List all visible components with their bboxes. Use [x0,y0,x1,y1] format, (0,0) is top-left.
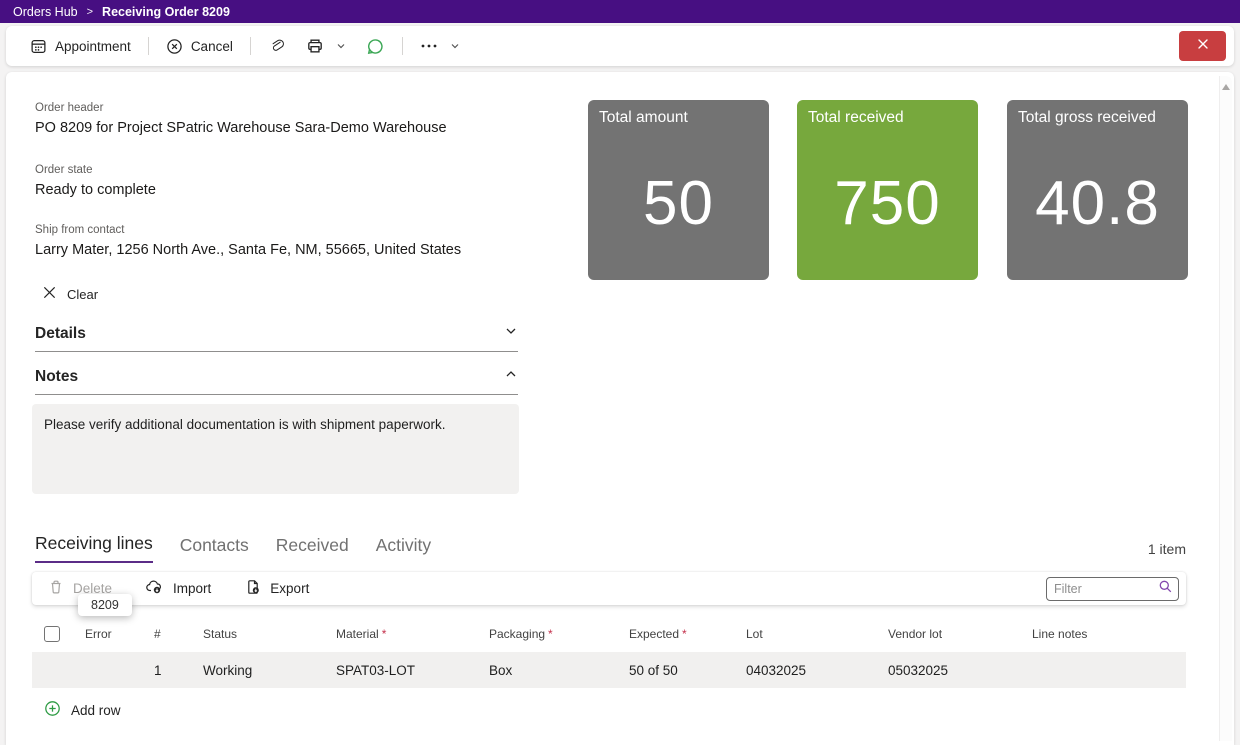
tile-label: Total received [808,109,967,127]
add-row-label: Add row [71,703,121,718]
details-section-title: Details [35,325,86,343]
tab-contacts[interactable]: Contacts [180,535,249,563]
chevron-down-icon [504,324,518,343]
tile-total-gross-received: Total gross received 40.8 [1007,100,1188,280]
calendar-icon [30,38,47,55]
order-state-label: Order state [35,164,93,176]
breadcrumb-root[interactable]: Orders Hub [13,5,78,19]
order-state-value: Ready to complete [35,182,156,198]
paperclip-icon [268,37,286,55]
cell-packaging[interactable]: Box [489,663,629,678]
divider [148,37,149,55]
table-row[interactable]: 1 Working SPAT03-LOT Box 50 of 50 040320… [32,652,1186,688]
add-row-button[interactable]: Add row [44,700,121,720]
tile-value: 750 [808,131,967,275]
tile-value: 40.8 [1018,131,1177,275]
ship-from-contact-value: Larry Mater, 1256 North Ave., Santa Fe, … [35,242,461,258]
cell-number: 1 [154,663,203,678]
export-button[interactable]: Export [245,579,309,598]
notes-section-title: Notes [35,368,78,386]
print-button[interactable] [296,31,356,61]
tile-total-received: Total received 750 [797,100,978,280]
chevron-up-icon [504,367,518,386]
chevron-down-icon [336,41,346,51]
cell-material[interactable]: SPAT03-LOT [336,663,489,678]
more-commands-button[interactable] [410,31,470,61]
column-header-error: Error [85,627,154,641]
tab-strip: Receiving lines Contacts Received Activi… [35,533,431,563]
required-marker: * [548,627,553,641]
cell-lot[interactable]: 04032025 [746,663,888,678]
notes-section-header[interactable]: Notes [35,367,518,395]
chevron-down-icon [450,41,460,51]
cell-vendor-lot[interactable]: 05032025 [888,663,1032,678]
required-marker: * [682,627,687,641]
scrollbar[interactable] [1219,76,1232,741]
filter-input[interactable] [1054,582,1158,596]
column-header-packaging: Packaging* [489,627,629,641]
cell-expected[interactable]: 50 of 50 [629,663,746,678]
import-button[interactable]: Import [146,579,211,598]
command-bar: Appointment Cancel [6,26,1234,66]
add-circle-icon [44,700,61,720]
tab-activity[interactable]: Activity [376,535,431,563]
chat-button[interactable] [356,31,395,61]
column-header-number: # [154,627,203,641]
item-count: 1 item [1148,541,1186,557]
cancel-label: Cancel [191,39,233,54]
order-detail-panel: Order header PO 8209 for Project SPatric… [6,72,1234,745]
column-header-status: Status [203,627,336,641]
required-marker: * [382,627,387,641]
ship-from-contact-label: Ship from contact [35,224,124,236]
close-button[interactable] [1179,31,1226,61]
tile-total-amount: Total amount 50 [588,100,769,280]
scroll-up-arrow-icon[interactable] [1222,84,1230,90]
breadcrumb-separator-icon: > [87,6,93,18]
table-header-row: Error # Status Material* Packaging* Expe… [32,618,1186,650]
attach-button[interactable] [258,31,296,61]
close-icon [1196,37,1210,56]
tab-receiving-lines[interactable]: Receiving lines [35,533,153,563]
clear-label: Clear [67,287,98,302]
ellipsis-icon [420,43,438,49]
order-header-label: Order header [35,102,103,114]
filter-field [1046,577,1179,601]
printer-icon [306,37,324,55]
clear-button[interactable]: Clear [42,285,98,303]
divider [250,37,251,55]
app-header-bar: Orders Hub > Receiving Order 8209 [0,0,1240,23]
clear-x-icon [42,285,57,303]
breadcrumb-current: Receiving Order 8209 [102,5,230,19]
search-icon[interactable] [1158,579,1173,599]
cancel-button[interactable]: Cancel [156,31,243,61]
notes-text-area[interactable]: Please verify additional documentation i… [32,404,519,494]
grid-toolbar: Delete Import Export [32,572,1186,605]
tile-label: Total amount [599,109,758,127]
order-header-value: PO 8209 for Project SPatric Warehouse Sa… [35,120,447,136]
column-header-material: Material* [336,627,489,641]
column-header-lot: Lot [746,627,888,641]
delete-tooltip: 8209 [78,594,132,616]
cancel-circle-icon [166,38,183,55]
notes-text: Please verify additional documentation i… [44,417,445,432]
column-header-expected: Expected* [629,627,746,641]
tile-label: Total gross received [1018,109,1177,127]
column-header-line-notes: Line notes [1032,627,1186,641]
tile-value: 50 [599,131,758,275]
trash-icon [48,579,64,598]
document-export-icon [245,579,261,598]
divider [402,37,403,55]
details-section-header[interactable]: Details [35,324,518,352]
import-label: Import [173,581,211,596]
select-all-checkbox[interactable] [44,626,60,642]
cell-status: Working [203,663,336,678]
column-header-vendor-lot: Vendor lot [888,627,1032,641]
tab-received[interactable]: Received [276,535,349,563]
chat-bubble-icon [366,37,385,56]
appointment-button[interactable]: Appointment [20,31,141,61]
appointment-label: Appointment [55,39,131,54]
cloud-import-icon [146,579,164,598]
export-label: Export [270,581,309,596]
